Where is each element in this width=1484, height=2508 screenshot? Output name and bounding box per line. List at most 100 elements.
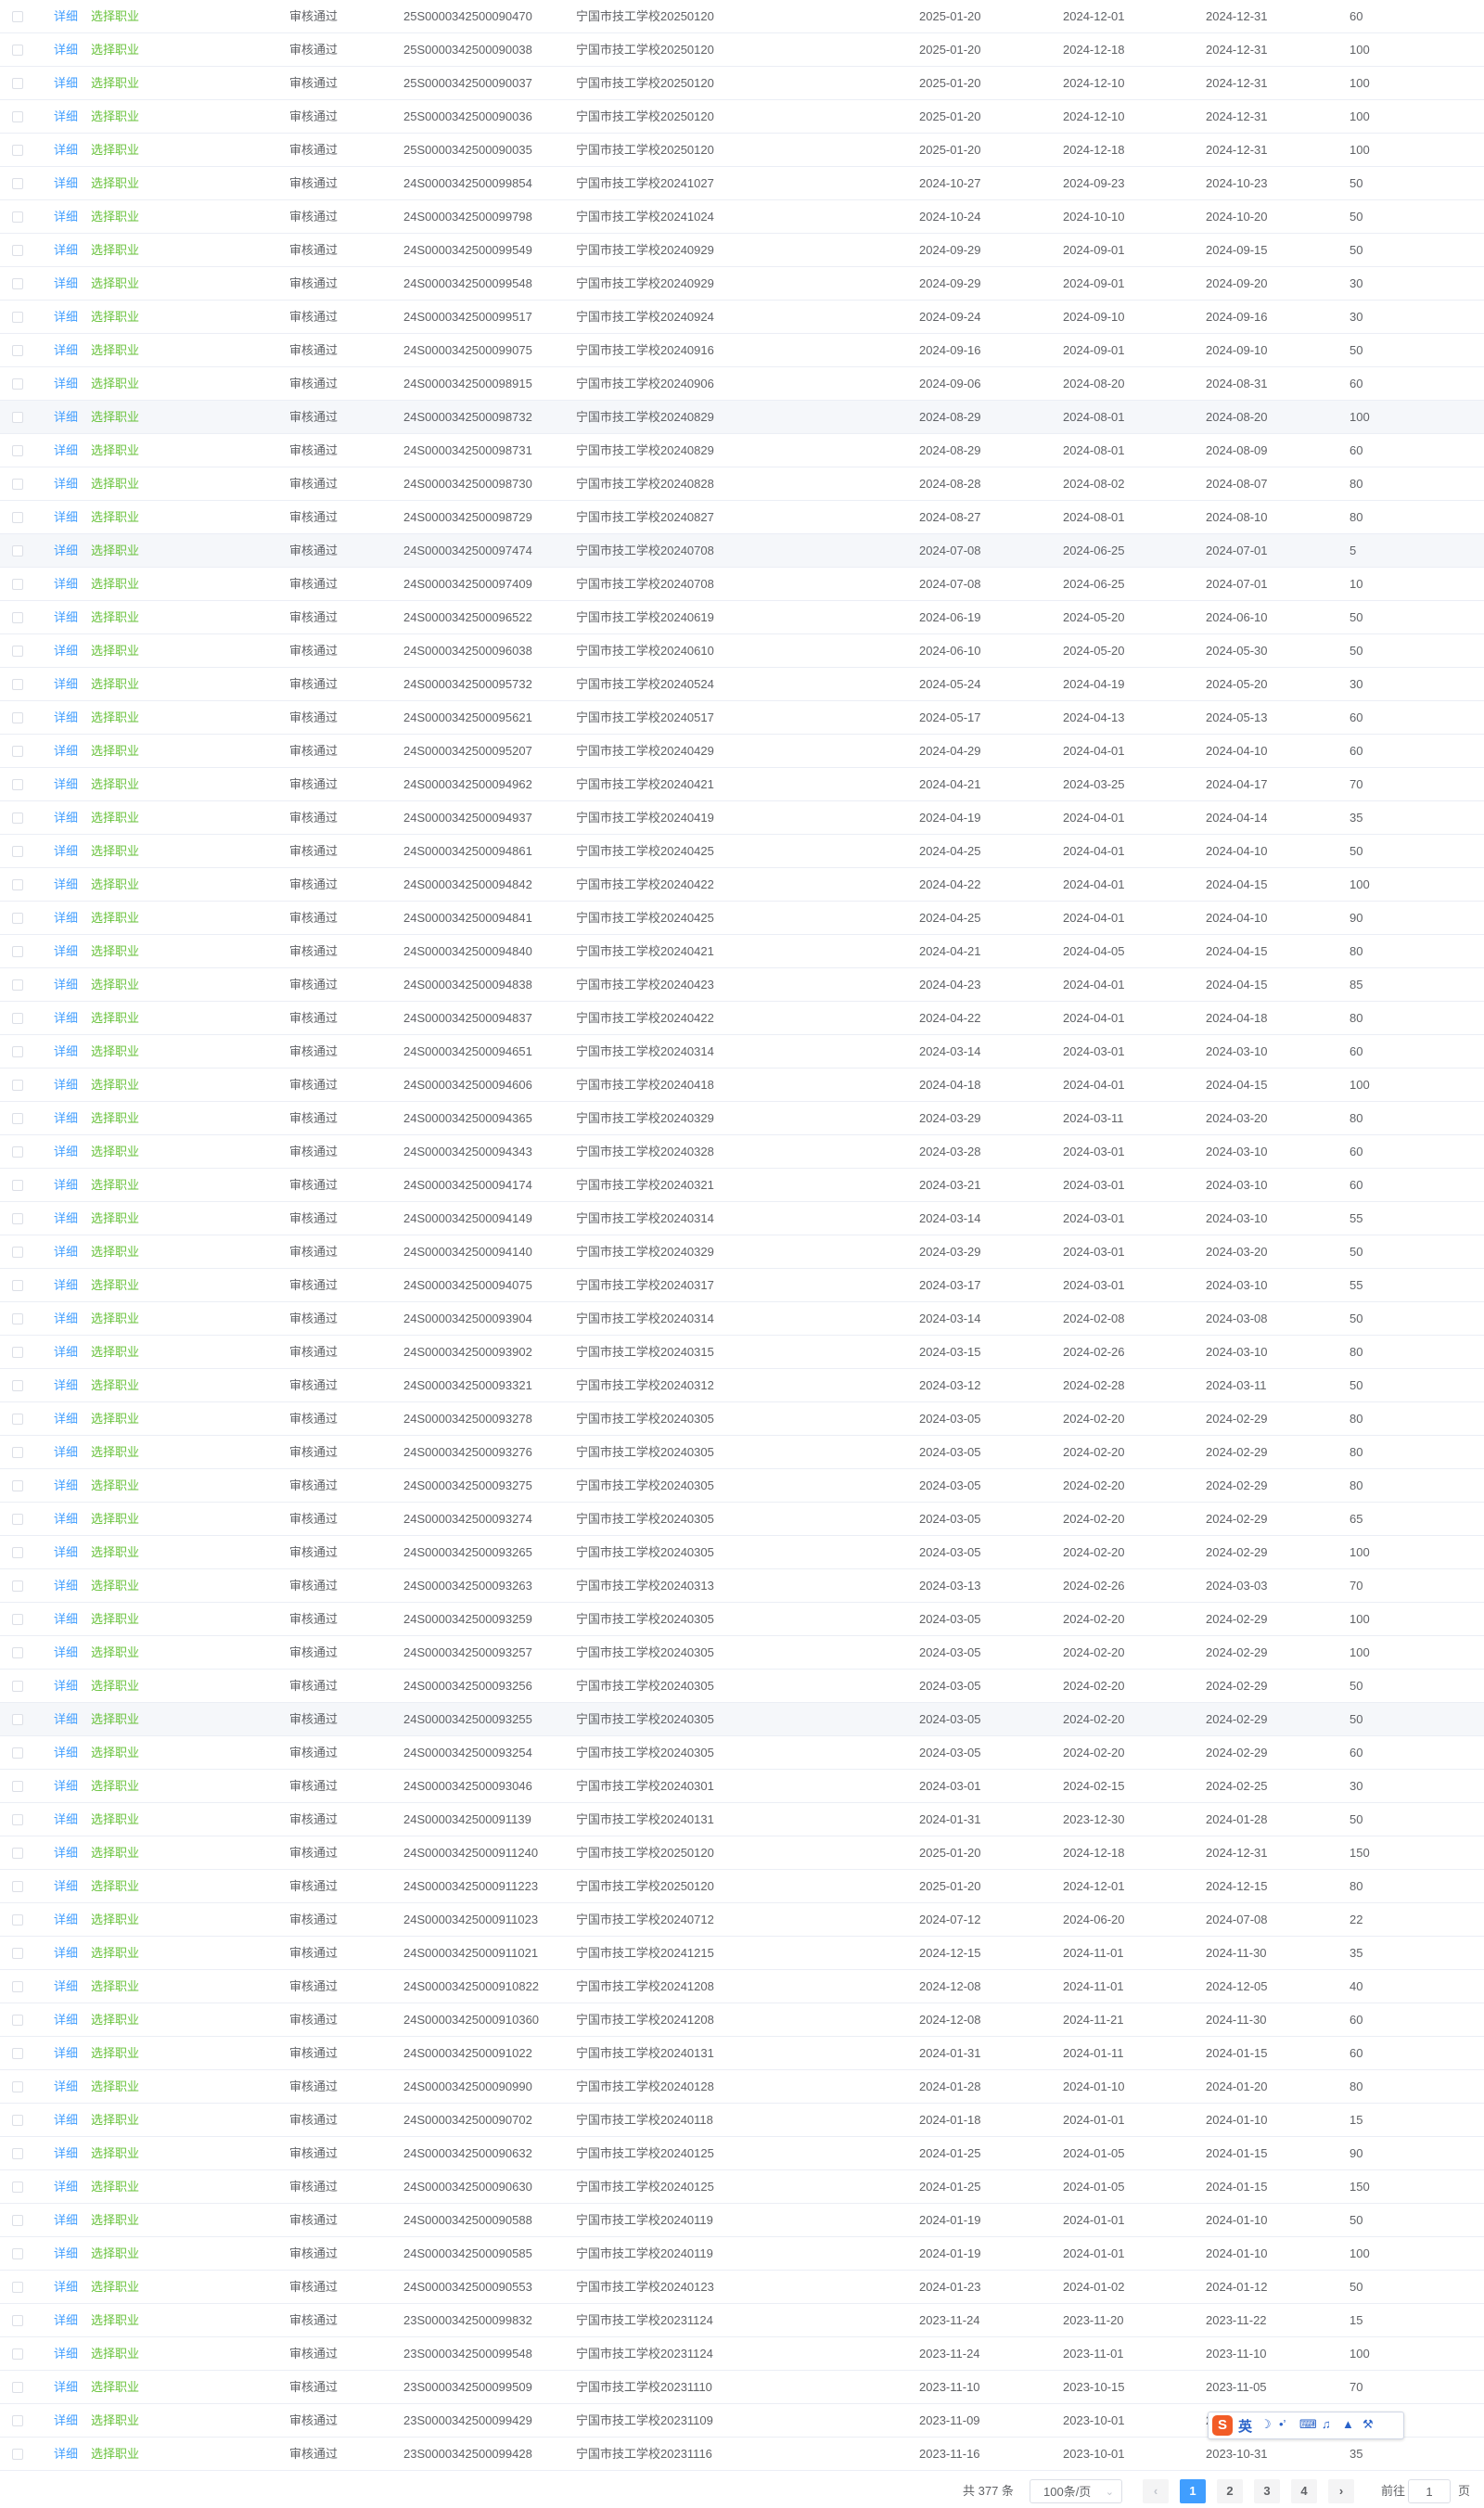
row-checkbox[interactable] [12, 1848, 23, 1859]
detail-link[interactable]: 详细 [54, 1469, 78, 1502]
choose-occupation-link[interactable]: 选择职业 [91, 1336, 139, 1368]
detail-link[interactable]: 详细 [54, 2104, 78, 2136]
row-checkbox[interactable] [12, 1781, 23, 1792]
row-checkbox[interactable] [12, 1046, 23, 1057]
detail-link[interactable]: 详细 [54, 634, 78, 667]
choose-occupation-link[interactable]: 选择职业 [91, 534, 139, 567]
choose-occupation-link[interactable]: 选择职业 [91, 2304, 139, 2336]
detail-link[interactable]: 详细 [54, 1402, 78, 1435]
choose-occupation-link[interactable]: 选择职业 [91, 1135, 139, 1168]
choose-occupation-link[interactable]: 选择职业 [91, 1937, 139, 1969]
choose-occupation-link[interactable]: 选择职业 [91, 2170, 139, 2203]
choose-occupation-link[interactable]: 选择职业 [91, 1169, 139, 1201]
choose-occupation-link[interactable]: 选择职业 [91, 2237, 139, 2270]
choose-occupation-link[interactable]: 选择职业 [91, 1970, 139, 2003]
detail-link[interactable]: 详细 [54, 835, 78, 867]
detail-link[interactable]: 详细 [54, 2438, 78, 2470]
row-checkbox[interactable] [12, 712, 23, 723]
choose-occupation-link[interactable]: 选择职业 [91, 701, 139, 734]
prev-page-button[interactable]: ‹ [1143, 2479, 1169, 2503]
detail-link[interactable]: 详细 [54, 534, 78, 567]
detail-link[interactable]: 详细 [54, 200, 78, 233]
keyboard-icon[interactable]: ⌨ [1299, 2417, 1317, 2432]
row-checkbox[interactable] [12, 278, 23, 289]
choose-occupation-link[interactable]: 选择职业 [91, 1636, 139, 1669]
row-checkbox[interactable] [12, 779, 23, 790]
row-checkbox[interactable] [12, 1714, 23, 1725]
detail-link[interactable]: 详细 [54, 67, 78, 99]
choose-occupation-link[interactable]: 选择职业 [91, 2404, 139, 2437]
detail-link[interactable]: 详细 [54, 401, 78, 433]
row-checkbox[interactable] [12, 2348, 23, 2360]
row-checkbox[interactable] [12, 445, 23, 456]
row-checkbox[interactable] [12, 345, 23, 356]
choose-occupation-link[interactable]: 选择职业 [91, 1402, 139, 1435]
row-checkbox[interactable] [12, 2282, 23, 2293]
row-checkbox[interactable] [12, 846, 23, 857]
row-checkbox[interactable] [12, 512, 23, 523]
detail-link[interactable]: 详细 [54, 1336, 78, 1368]
page-1-button[interactable]: 1 [1180, 2479, 1206, 2503]
choose-occupation-link[interactable]: 选择职业 [91, 1903, 139, 1936]
choose-occupation-link[interactable]: 选择职业 [91, 601, 139, 633]
detail-link[interactable]: 详细 [54, 267, 78, 300]
row-checkbox[interactable] [12, 1514, 23, 1525]
choose-occupation-link[interactable]: 选择职业 [91, 1369, 139, 1401]
row-checkbox[interactable] [12, 913, 23, 924]
detail-link[interactable]: 详细 [54, 1836, 78, 1869]
choose-occupation-link[interactable]: 选择职业 [91, 1469, 139, 1502]
row-checkbox[interactable] [12, 1080, 23, 1091]
detail-link[interactable]: 详细 [54, 2003, 78, 2036]
row-checkbox[interactable] [12, 1547, 23, 1558]
row-checkbox[interactable] [12, 746, 23, 757]
choose-occupation-link[interactable]: 选择职业 [91, 267, 139, 300]
goto-page-input[interactable]: 1 [1408, 2479, 1451, 2503]
row-checkbox[interactable] [12, 1380, 23, 1391]
choose-occupation-link[interactable]: 选择职业 [91, 1703, 139, 1735]
row-checkbox[interactable] [12, 2382, 23, 2393]
row-checkbox[interactable] [12, 1414, 23, 1425]
detail-link[interactable]: 详细 [54, 1736, 78, 1769]
detail-link[interactable]: 详细 [54, 568, 78, 600]
row-checkbox[interactable] [12, 1447, 23, 1458]
choose-occupation-link[interactable]: 选择职业 [91, 2204, 139, 2236]
choose-occupation-link[interactable]: 选择职业 [91, 501, 139, 533]
detail-link[interactable]: 详细 [54, 1068, 78, 1101]
row-checkbox[interactable] [12, 45, 23, 56]
row-checkbox[interactable] [12, 1280, 23, 1291]
choose-occupation-link[interactable]: 选择职业 [91, 1002, 139, 1034]
detail-link[interactable]: 详细 [54, 2237, 78, 2270]
ime-language-toggle[interactable]: 英 [1238, 2416, 1252, 2436]
choose-occupation-link[interactable]: 选择职业 [91, 301, 139, 333]
detail-link[interactable]: 详细 [54, 1369, 78, 1401]
detail-link[interactable]: 详细 [54, 1503, 78, 1535]
detail-link[interactable]: 详细 [54, 1002, 78, 1034]
detail-link[interactable]: 详细 [54, 2070, 78, 2103]
detail-link[interactable]: 详细 [54, 902, 78, 934]
row-checkbox[interactable] [12, 612, 23, 623]
detail-link[interactable]: 详细 [54, 701, 78, 734]
row-checkbox[interactable] [12, 211, 23, 223]
detail-link[interactable]: 详细 [54, 1269, 78, 1301]
choose-occupation-link[interactable]: 选择职业 [91, 1770, 139, 1802]
row-checkbox[interactable] [12, 1747, 23, 1759]
row-checkbox[interactable] [12, 1981, 23, 1992]
detail-link[interactable]: 详细 [54, 1169, 78, 1201]
choose-occupation-link[interactable]: 选择职业 [91, 801, 139, 834]
detail-link[interactable]: 详细 [54, 935, 78, 967]
detail-link[interactable]: 详细 [54, 1436, 78, 1468]
detail-link[interactable]: 详细 [54, 1870, 78, 1902]
row-checkbox[interactable] [12, 245, 23, 256]
detail-link[interactable]: 详细 [54, 1803, 78, 1836]
detail-link[interactable]: 详细 [54, 2170, 78, 2203]
row-checkbox[interactable] [12, 111, 23, 122]
detail-link[interactable]: 详细 [54, 1603, 78, 1635]
row-checkbox[interactable] [12, 412, 23, 423]
moon-icon[interactable]: ☽ [1260, 2417, 1272, 2432]
row-checkbox[interactable] [12, 1681, 23, 1692]
row-checkbox[interactable] [12, 1580, 23, 1592]
detail-link[interactable]: 详细 [54, 2271, 78, 2303]
choose-occupation-link[interactable]: 选择职业 [91, 1269, 139, 1301]
detail-link[interactable]: 详细 [54, 735, 78, 767]
row-checkbox[interactable] [12, 1213, 23, 1224]
